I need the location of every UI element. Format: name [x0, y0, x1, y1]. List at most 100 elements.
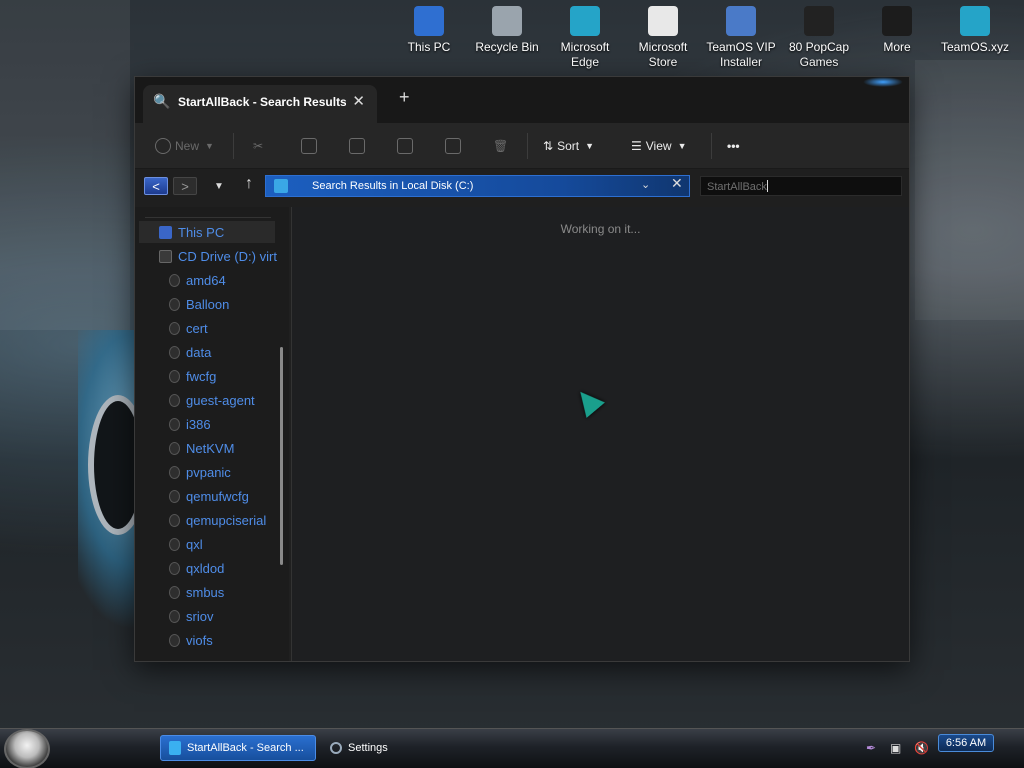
cut-button[interactable]: ✂: [253, 135, 263, 157]
command-bar: New ▼ ✂ 🗑 ⇅ Sort ▼ ☰ View ▼ •••: [135, 123, 909, 169]
sidebar-item-folder[interactable]: cert: [169, 317, 208, 339]
monitor-icon: [159, 225, 172, 239]
desktop-icon[interactable]: Microsoft Store: [624, 6, 702, 70]
chevron-down-icon[interactable]: ⌄: [641, 178, 650, 191]
view-label: View: [645, 139, 672, 153]
desktop-icon[interactable]: Recycle Bin: [468, 6, 546, 55]
installer-icon: [726, 6, 756, 36]
more-folder-icon: [882, 6, 912, 36]
sidebar-item-folder[interactable]: smbus: [169, 581, 224, 603]
copy-button[interactable]: [301, 135, 317, 157]
clock[interactable]: 6:56 AM: [938, 734, 994, 752]
paste-button[interactable]: [349, 135, 365, 157]
file-list-area[interactable]: Working on it...: [292, 207, 909, 661]
sidebar-item-folder[interactable]: sriov: [169, 605, 213, 627]
sidebar-item-folder[interactable]: data: [169, 341, 211, 363]
folder-icon: [169, 561, 180, 575]
sidebar-item-label: amd64: [186, 272, 226, 288]
teamos-edge-icon: [960, 6, 990, 36]
taskbar-item-label: StartAllBack - Search ...: [187, 742, 304, 754]
desktop-icon[interactable]: 80 PopCap Games: [780, 6, 858, 70]
address-text: Search Results in Local Disk (C:): [312, 180, 474, 192]
desktop-icon[interactable]: More: [858, 6, 936, 55]
sidebar-item-label: Balloon: [186, 296, 230, 312]
desktop-icon[interactable]: This PC: [390, 6, 468, 55]
sidebar-item-label: This PC: [178, 224, 225, 240]
desktop-icon[interactable]: TeamOS VIP Installer: [702, 6, 780, 70]
network-icon[interactable]: ▣: [890, 741, 904, 755]
scissors-icon: ✂: [253, 139, 264, 153]
sort-arrows-icon: ⇅: [543, 139, 554, 153]
sidebar-item-label: qxl: [186, 536, 203, 552]
toolbar-separator: [233, 133, 234, 159]
folder-icon: [169, 417, 180, 431]
clear-address-icon[interactable]: ✕: [671, 175, 683, 192]
rename-button[interactable]: [397, 135, 413, 157]
recent-locations-icon[interactable]: ▼: [211, 178, 227, 196]
sidebar-item-label: NetKVM: [186, 440, 235, 456]
view-button[interactable]: ☰ View ▼: [631, 135, 686, 157]
start-button[interactable]: [4, 729, 50, 768]
folder-icon: [169, 465, 180, 479]
desktop-icon[interactable]: TeamOS.xyz: [936, 6, 1014, 55]
sidebar-item-folder[interactable]: guest-agent: [169, 389, 255, 411]
sidebar-scrollbar[interactable]: [280, 347, 283, 565]
sidebar-item-folder[interactable]: NetKVM: [169, 437, 234, 459]
sidebar-item-folder[interactable]: fwcfg: [169, 365, 216, 387]
new-tab-button[interactable]: +: [399, 87, 410, 108]
sidebar-item-folder[interactable]: Balloon: [169, 293, 229, 315]
sidebar-item-label: data: [186, 344, 212, 360]
taskbar-item-explorer[interactable]: StartAllBack - Search ...: [160, 735, 316, 761]
sidebar-item-folder[interactable]: qemupciserial: [169, 509, 266, 531]
title-bar: 🔍 StartAllBack - Search Results i ✕ +: [135, 77, 909, 123]
sidebar-item-label: viofs: [186, 632, 213, 648]
close-tab-icon[interactable]: ✕: [352, 92, 365, 110]
folder-icon: [169, 609, 180, 623]
pen-icon[interactable]: ✒: [866, 741, 880, 755]
tab-search-results[interactable]: 🔍 StartAllBack - Search Results i ✕: [143, 85, 377, 123]
desktop-icon-label: Microsoft: [560, 40, 610, 54]
up-arrow-icon[interactable]: ↑: [237, 175, 261, 193]
folder-icon: [169, 273, 180, 287]
folder-icon: [169, 633, 180, 647]
sidebar-item-label: qemupciserial: [186, 512, 267, 528]
monitor-icon: [414, 6, 444, 36]
sidebar-item-cd-drive[interactable]: CD Drive (D:) virt: [159, 245, 277, 267]
sidebar-item-folder[interactable]: qemufwcfg: [169, 485, 249, 507]
sidebar-item-folder[interactable]: amd64: [169, 269, 226, 291]
taskbar-item-settings[interactable]: Settings: [322, 735, 472, 761]
desktop-icon-label: Recycle Bin: [475, 40, 539, 54]
sort-button[interactable]: ⇅ Sort ▼: [543, 135, 594, 157]
sidebar-item-label: smbus: [186, 584, 225, 600]
sidebar-item-folder[interactable]: i386: [169, 413, 211, 435]
folder-icon: [169, 441, 180, 455]
taskbar-item-label: Settings: [348, 742, 388, 754]
status-text: Working on it...: [560, 222, 641, 236]
new-button[interactable]: New ▼: [155, 135, 214, 157]
more-options-button[interactable]: •••: [727, 135, 740, 157]
delete-button[interactable]: 🗑: [493, 135, 508, 157]
share-button[interactable]: [445, 135, 461, 157]
sidebar-item-folder[interactable]: qxldod: [169, 557, 224, 579]
search-input[interactable]: StartAllBack: [700, 176, 902, 196]
view-list-icon: ☰: [631, 139, 642, 153]
sidebar-item-folder[interactable]: qxl: [169, 533, 203, 555]
folder-icon: [169, 585, 180, 599]
volume-mute-icon[interactable]: 🔇: [914, 741, 929, 755]
desktop-icon[interactable]: Microsoft Edge: [546, 6, 624, 70]
folder-icon: [169, 369, 180, 383]
forward-button[interactable]: >: [173, 177, 197, 195]
sidebar-item-this-pc[interactable]: This PC: [139, 221, 275, 243]
sidebar-item-folder[interactable]: pvpanic: [169, 461, 231, 483]
back-button[interactable]: <: [144, 177, 168, 195]
folder-icon: [169, 345, 180, 359]
title-glow: [863, 77, 903, 87]
sidebar-item-label: fwcfg: [186, 368, 217, 384]
new-label: New: [175, 139, 200, 153]
search-icon: 🔍: [153, 93, 171, 109]
address-field[interactable]: Search Results in Local Disk (C:): [265, 175, 690, 197]
trash-icon: 🗑: [493, 139, 509, 153]
search-value: StartAllBack: [707, 181, 767, 193]
copy-icon: [301, 138, 317, 154]
sidebar-item-folder[interactable]: viofs: [169, 629, 213, 651]
